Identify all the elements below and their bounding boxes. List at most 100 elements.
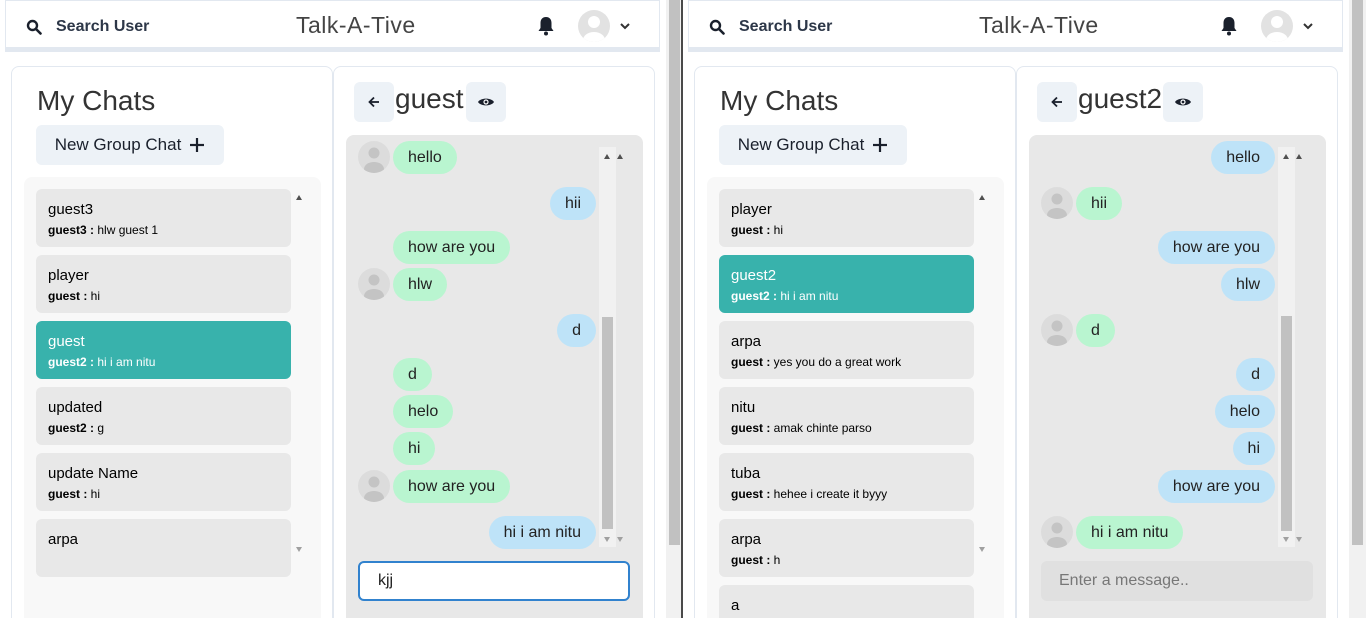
message-scrollbar[interactable] bbox=[1278, 147, 1295, 547]
profile-menu-button[interactable] bbox=[1261, 10, 1313, 42]
new-group-chat-button[interactable]: New Group Chat bbox=[36, 125, 224, 165]
chat-last-message: guest3 : hlw guest 1 bbox=[48, 223, 279, 237]
sender-avatar[interactable] bbox=[1041, 314, 1073, 346]
message-received: hello bbox=[393, 141, 457, 174]
search-icon bbox=[709, 19, 725, 35]
conversation-panel: guest2 Enter a message.. hello hii how are… bbox=[1016, 66, 1338, 618]
new-group-chat-button[interactable]: New Group Chat bbox=[719, 125, 907, 165]
scrollbar-thumb[interactable] bbox=[1281, 316, 1292, 531]
chat-list-item[interactable]: player guest : hi bbox=[36, 255, 291, 313]
right-window: Search User Talk-A-Tive My Chats New Gro… bbox=[683, 0, 1349, 618]
chat-list-item[interactable]: guest3 guest3 : hlw guest 1 bbox=[36, 189, 291, 247]
scrollbar-thumb[interactable] bbox=[602, 317, 613, 529]
sender-avatar[interactable] bbox=[358, 268, 390, 300]
notification-bell-icon[interactable] bbox=[537, 16, 555, 41]
my-chats-title: My Chats bbox=[37, 85, 156, 116]
chat-last-message: guest2 : g bbox=[48, 421, 279, 435]
message-scrollbar[interactable] bbox=[599, 147, 616, 547]
chat-name: player bbox=[731, 201, 772, 218]
message-sent: hi i am nitu bbox=[488, 516, 596, 549]
scroll-down-arrow[interactable] bbox=[1283, 537, 1289, 542]
chat-list-item[interactable]: arpa guest : yes you do a great work bbox=[719, 321, 974, 379]
view-profile-button[interactable] bbox=[1163, 82, 1203, 122]
avatar bbox=[578, 10, 610, 42]
message-input[interactable]: kjj bbox=[358, 561, 630, 601]
scroll-up-arrow-secondary[interactable] bbox=[1296, 154, 1302, 159]
sender-avatar[interactable] bbox=[358, 141, 390, 173]
message-sent: hi bbox=[1232, 432, 1275, 465]
eye-icon bbox=[478, 98, 494, 106]
chat-name: nitu bbox=[731, 399, 756, 416]
notification-bell-icon[interactable] bbox=[1220, 16, 1238, 41]
plus-icon bbox=[873, 138, 888, 152]
chat-last-text: hi i am nitu bbox=[94, 355, 156, 369]
back-button[interactable] bbox=[354, 82, 394, 122]
profile-menu-button[interactable] bbox=[578, 10, 630, 42]
chat-list-scroll-down[interactable] bbox=[296, 547, 302, 552]
scroll-down-arrow-secondary[interactable] bbox=[1296, 537, 1302, 542]
window-scrollbar-thumb[interactable] bbox=[1352, 0, 1363, 545]
message-area: Enter a message.. hello hii how are you hlw… bbox=[1029, 135, 1326, 618]
chat-list-item[interactable]: player guest : hi bbox=[719, 189, 974, 247]
window-scrollbar-thumb[interactable] bbox=[669, 0, 680, 545]
chat-name: guest3 bbox=[48, 201, 94, 218]
chat-name: a bbox=[731, 597, 740, 614]
chat-list-item[interactable]: nitu guest : amak chinte parso bbox=[719, 387, 974, 445]
message-area: kjj hello hii how are you hlw d d helo hi how ar… bbox=[346, 135, 643, 618]
sender-avatar[interactable] bbox=[1041, 187, 1073, 219]
chevron-down-icon bbox=[1303, 22, 1313, 29]
chat-list: guest3 guest3 : hlw guest 1 player guest : … bbox=[24, 177, 321, 618]
chat-list-item[interactable]: a bbox=[719, 585, 974, 618]
message-received: hlw bbox=[393, 268, 448, 301]
chat-list-item[interactable]: arpa guest : h bbox=[719, 519, 974, 577]
message-sent: helo bbox=[1214, 395, 1275, 428]
message-received: d bbox=[1076, 314, 1115, 347]
view-profile-button[interactable] bbox=[466, 82, 506, 122]
chat-last-message: guest : hi bbox=[48, 487, 279, 501]
avatar bbox=[1261, 10, 1293, 42]
chat-name: arpa bbox=[731, 531, 762, 548]
chat-name: update Name bbox=[48, 465, 139, 482]
chat-list-item[interactable]: guest guest2 : hi i am nitu bbox=[36, 321, 291, 379]
chat-last-text: hi bbox=[87, 289, 101, 303]
chat-name: player bbox=[48, 267, 89, 284]
eye-icon bbox=[1175, 98, 1191, 106]
scroll-up-arrow[interactable] bbox=[1283, 154, 1289, 159]
my-chats-title: My Chats bbox=[720, 85, 839, 116]
scroll-down-arrow-secondary[interactable] bbox=[617, 537, 623, 542]
chat-list-item[interactable]: update Name guest : hi bbox=[36, 453, 291, 511]
chat-last-message: guest : hi bbox=[731, 223, 962, 237]
message-input[interactable]: Enter a message.. bbox=[1041, 561, 1313, 601]
message-received: hii bbox=[1076, 187, 1123, 220]
chat-list-scroll-up[interactable] bbox=[296, 195, 302, 200]
chat-last-sender: guest : bbox=[731, 355, 771, 369]
chat-list-item[interactable]: updated guest2 : g bbox=[36, 387, 291, 445]
chat-last-text: hi i am nitu bbox=[777, 289, 839, 303]
message-received: helo bbox=[393, 395, 454, 428]
sender-avatar[interactable] bbox=[1041, 516, 1073, 548]
chat-list-item[interactable]: guest2 guest2 : hi i am nitu bbox=[719, 255, 974, 313]
chat-last-text: amak chinte parso bbox=[770, 421, 872, 435]
chat-list-item[interactable]: arpa bbox=[36, 519, 291, 577]
message-sent: how are you bbox=[1157, 470, 1275, 503]
back-button[interactable] bbox=[1037, 82, 1077, 122]
left-window: Search User Talk-A-Tive My Chats New Gro… bbox=[0, 0, 666, 618]
chat-list-scroll-up[interactable] bbox=[979, 195, 985, 200]
scroll-up-arrow-secondary[interactable] bbox=[617, 154, 623, 159]
search-user-button[interactable]: Search User bbox=[26, 13, 149, 41]
scroll-down-arrow[interactable] bbox=[604, 537, 610, 542]
chat-list-scroll-down[interactable] bbox=[979, 547, 985, 552]
chat-last-sender: guest : bbox=[48, 289, 88, 303]
scroll-up-arrow[interactable] bbox=[604, 154, 610, 159]
search-user-button[interactable]: Search User bbox=[709, 13, 832, 41]
message-received: how are you bbox=[393, 231, 511, 264]
chat-list-item[interactable]: tuba guest : hehee i create it byyy bbox=[719, 453, 974, 511]
sender-avatar[interactable] bbox=[358, 470, 390, 502]
chat-last-message: guest : h bbox=[731, 553, 962, 567]
window-scrollbar-right[interactable] bbox=[1349, 0, 1366, 618]
search-user-label: Search User bbox=[56, 18, 150, 35]
chat-last-message: guest : hi bbox=[48, 289, 279, 303]
chat-list: player guest : hi guest2 guest2 : hi i am n… bbox=[707, 177, 1004, 618]
message-received: hi i am nitu bbox=[1076, 516, 1184, 549]
chat-last-text: hehee i create it byyy bbox=[770, 487, 888, 501]
